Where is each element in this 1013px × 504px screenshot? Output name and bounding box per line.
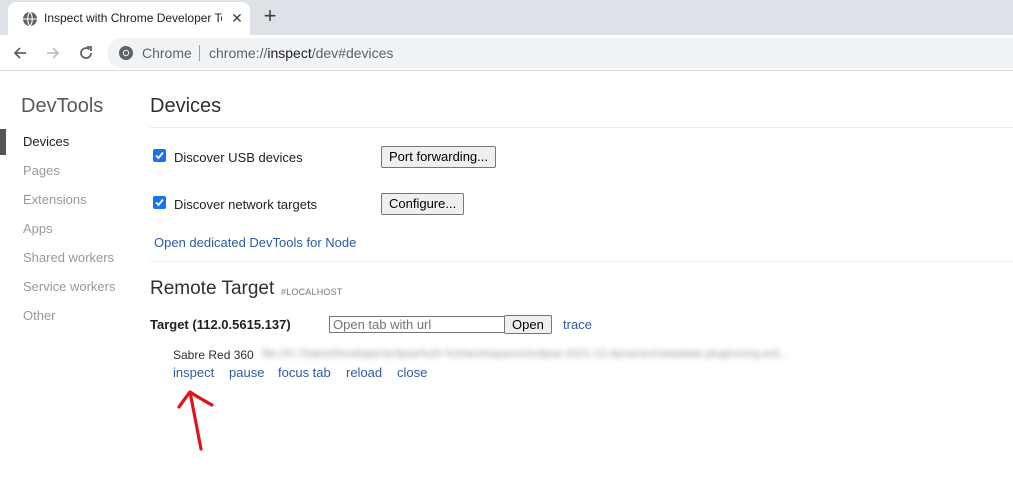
sidebar-item-service-workers[interactable]: Service workers — [0, 274, 140, 300]
sidebar-item-other[interactable]: Other — [0, 303, 140, 329]
open-node-devtools-link[interactable]: Open dedicated DevTools for Node — [154, 235, 356, 250]
chrome-icon — [119, 46, 133, 60]
reload-link[interactable]: reload — [346, 365, 382, 380]
focus-tab-link[interactable]: focus tab — [278, 365, 331, 380]
divider — [150, 261, 1013, 262]
sidebar-item-shared-workers[interactable]: Shared workers — [0, 245, 140, 271]
arrow-right-icon — [47, 47, 60, 59]
open-button[interactable]: Open — [504, 315, 552, 334]
usb-checkbox[interactable] — [153, 149, 166, 162]
divider — [150, 127, 1013, 128]
annotation-arrow-icon — [177, 390, 214, 451]
checkmark-icon — [155, 198, 164, 207]
page-title: Devices — [150, 95, 222, 117]
sidebar-item-apps[interactable]: Apps — [0, 216, 140, 242]
tab-title: Inspect with Chrome Developer Tools — [44, 11, 222, 25]
trace-link[interactable]: trace — [563, 317, 592, 332]
sidebar-item-extensions[interactable]: Extensions — [0, 187, 140, 213]
forward-button[interactable] — [41, 41, 65, 65]
network-checkbox[interactable] — [153, 196, 166, 209]
reload-button[interactable] — [74, 41, 98, 65]
globe-icon — [23, 11, 37, 27]
remote-page-name: Sabre Red 360 — [173, 348, 254, 362]
close-icon[interactable]: ✕ — [228, 9, 246, 27]
checkmark-icon — [155, 151, 164, 160]
new-tab-button[interactable]: + — [258, 4, 282, 28]
arrow-left-icon — [13, 47, 26, 59]
pause-link[interactable]: pause — [229, 365, 264, 380]
remote-page-url: file:///C:/SabreDeveloper/eclipse%20-%20… — [262, 348, 789, 360]
open-tab-url-input[interactable] — [329, 316, 505, 333]
port-forwarding-button[interactable]: Port forwarding... — [381, 146, 496, 168]
remote-target-title: Remote Target — [150, 278, 275, 299]
close-link[interactable]: close — [397, 365, 427, 380]
browser-tab[interactable]: Inspect with Chrome Developer Tools ✕ — [8, 2, 250, 35]
sidebar-item-devices[interactable]: Devices — [0, 129, 140, 155]
remote-target-tag: #LOCALHOST — [281, 287, 343, 297]
reload-icon — [80, 46, 92, 59]
url-text: chrome://inspect/dev#devices — [209, 45, 394, 61]
usb-label: Discover USB devices — [174, 150, 303, 165]
tab-strip: Inspect with Chrome Developer Tools ✕ + — [0, 0, 1013, 35]
network-label: Discover network targets — [174, 197, 318, 212]
inspect-link[interactable]: inspect — [173, 365, 214, 380]
address-bar[interactable]: Chrome chrome://inspect/dev#devices — [107, 38, 1013, 68]
divider — [199, 45, 200, 61]
configure-button[interactable]: Configure... — [381, 193, 465, 215]
target-name: Target (112.0.5615.137) — [150, 317, 291, 332]
browser-toolbar: Chrome chrome://inspect/dev#devices — [0, 35, 1013, 71]
sidebar-item-pages[interactable]: Pages — [0, 158, 140, 184]
site-chip: Chrome — [142, 45, 192, 61]
back-button[interactable] — [8, 41, 32, 65]
sidebar-title: DevTools — [21, 95, 104, 117]
